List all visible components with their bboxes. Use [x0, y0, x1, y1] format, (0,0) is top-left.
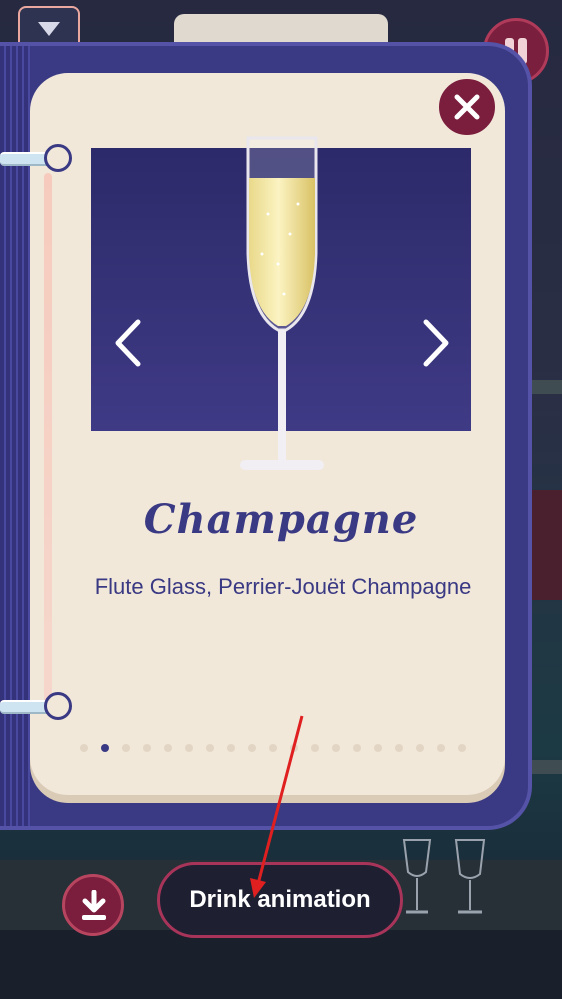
page-margin-line — [44, 173, 52, 713]
binder-ring-bottom — [0, 692, 72, 720]
page-dot[interactable] — [332, 744, 340, 752]
chevron-right-icon — [423, 319, 449, 367]
page-dot[interactable] — [290, 744, 298, 752]
page-dot[interactable] — [185, 744, 193, 752]
drink-animation-label: Drink animation — [189, 886, 371, 913]
drink-animation-button[interactable]: Drink animation — [157, 862, 403, 938]
page-dot[interactable] — [227, 744, 235, 752]
page-dot[interactable] — [353, 744, 361, 752]
page-dot[interactable] — [80, 744, 88, 752]
next-drink-button[interactable] — [416, 318, 456, 368]
close-icon — [454, 94, 480, 120]
drink-name: Champagne — [143, 496, 419, 543]
page-dot[interactable] — [374, 744, 382, 752]
page-dot[interactable] — [395, 744, 403, 752]
page-dot[interactable] — [164, 744, 172, 752]
page-dot[interactable] — [458, 744, 466, 752]
background-glasses — [402, 839, 486, 914]
page-dot[interactable] — [437, 744, 445, 752]
page-dot[interactable] — [416, 744, 424, 752]
background-floor — [0, 930, 562, 999]
page-dot[interactable] — [206, 744, 214, 752]
page-dot[interactable] — [143, 744, 151, 752]
page-dot[interactable] — [269, 744, 277, 752]
page-dot[interactable] — [248, 744, 256, 752]
previous-drink-button[interactable] — [108, 318, 148, 368]
download-button[interactable] — [62, 874, 124, 936]
chevron-left-icon — [115, 319, 141, 367]
page-dot[interactable] — [122, 744, 130, 752]
binder-ring-top — [0, 144, 72, 172]
close-button[interactable] — [436, 76, 498, 138]
page-indicator — [80, 742, 490, 754]
download-icon — [82, 890, 106, 920]
page-dot[interactable] — [101, 744, 109, 752]
drink-description: Flute Glass, Perrier-Jouët Champagne — [94, 574, 472, 599]
page-dot[interactable] — [311, 744, 319, 752]
champagne-flute-image — [240, 136, 324, 470]
